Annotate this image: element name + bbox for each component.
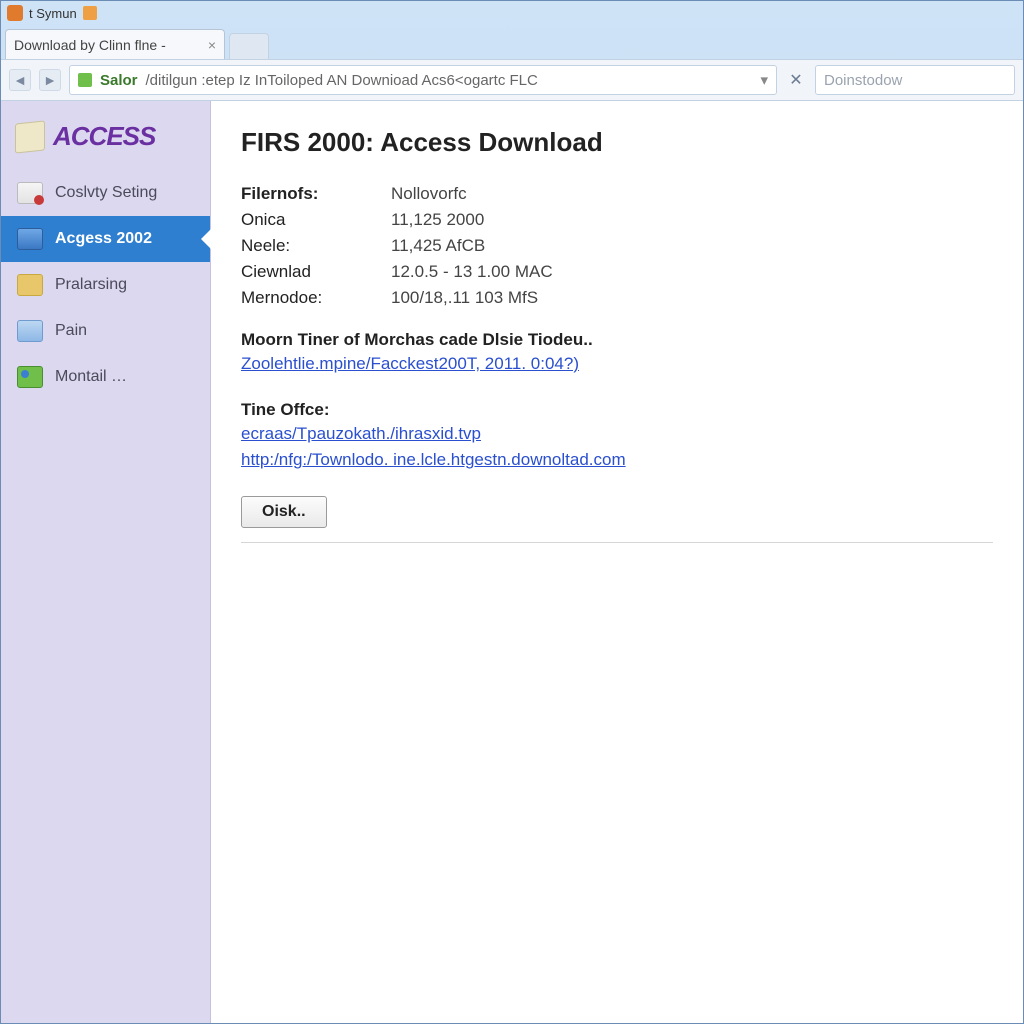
info-value: 11,125 2000 [391, 210, 993, 230]
page-title: FIRS 2000: Access Download [241, 127, 993, 158]
sidebar-item-label: Coslvty Seting [55, 184, 157, 202]
brand-icon [15, 120, 45, 153]
page-icon [17, 320, 43, 342]
close-icon[interactable]: × [208, 37, 216, 53]
brand: ACCESS [1, 113, 210, 170]
tab-title: Download by Clinn flne - [14, 37, 166, 53]
window-title: t Symun [29, 6, 77, 21]
sidebar-nav: Coslvty Seting Acgess 2002 Pralarsing Pa… [1, 170, 210, 400]
info-key: Neele: [241, 236, 391, 256]
app-icon-secondary [83, 6, 97, 20]
sidebar-item-label: Pain [55, 322, 87, 340]
info-key: Onica [241, 210, 391, 230]
sidebar-item-label: Acgess 2002 [55, 230, 152, 248]
address-path: /ditilgun :etep Iz InToiloped AN Downioa… [146, 72, 538, 89]
search-placeholder: Doinstodow [824, 72, 902, 89]
document-icon [17, 182, 43, 204]
settings-icon[interactable]: ✕ [785, 69, 807, 91]
sidebar: ACCESS Coslvty Seting Acgess 2002 Pralar… [1, 101, 211, 1023]
sidebar-item-pralarsing[interactable]: Pralarsing [1, 262, 210, 308]
sidebar-item-label: Montail … [55, 368, 127, 386]
lock-icon [78, 73, 92, 87]
sidebar-item-label: Pralarsing [55, 276, 127, 294]
sidebar-item-pain[interactable]: Pain [1, 308, 210, 354]
brand-text: ACCESS [53, 121, 155, 152]
app-icon [7, 5, 23, 21]
ok-button[interactable]: Oisk.. [241, 496, 327, 528]
globe-icon [17, 366, 43, 388]
tab-strip: Download by Clinn flne - × [1, 25, 1023, 59]
link-zoole[interactable]: Zoolehtlie.mpine/Facckest200T, 2011. 0:0… [241, 354, 579, 374]
new-tab-button[interactable] [229, 33, 269, 59]
sidebar-item-coslvty[interactable]: Coslvty Seting [1, 170, 210, 216]
browser-window: t Symun Download by Clinn flne - × ◄ ► S… [0, 0, 1024, 1024]
info-value: 11,425 AfCB [391, 236, 993, 256]
info-value: 12.0.5 - 13 1.00 MAC [391, 262, 993, 282]
sidebar-item-acgess[interactable]: Acgess 2002 [1, 216, 210, 262]
browser-tab[interactable]: Download by Clinn flne - × [5, 29, 225, 59]
info-grid: Filernofs: Nollovorfc Onica 11,125 2000 … [241, 184, 993, 308]
link-download[interactable]: http:/nfg:/Townlodo. ine.lcle.htgestn.do… [241, 450, 626, 470]
window-titlebar: t Symun [1, 1, 1023, 25]
info-key: Mernodoe: [241, 288, 391, 308]
page-body: ACCESS Coslvty Seting Acgess 2002 Pralar… [1, 101, 1023, 1023]
address-bar[interactable]: Salor /ditilgun :etep Iz InToiloped AN D… [69, 65, 777, 95]
section-heading: Moorn Tiner of Morchas cade Dlsie Tiodeu… [241, 330, 993, 350]
sidebar-item-montail[interactable]: Montail … [1, 354, 210, 400]
forward-button[interactable]: ► [39, 69, 61, 91]
section-heading: Tine Offce: [241, 400, 993, 420]
main-content: FIRS 2000: Access Download Filernofs: No… [211, 101, 1023, 1023]
address-host: Salor [100, 72, 138, 89]
toolbar: ◄ ► Salor /ditilgun :etep Iz InToiloped … [1, 59, 1023, 101]
folder-icon [17, 274, 43, 296]
info-value: Nollovorfc [391, 184, 993, 204]
section-moorn: Moorn Tiner of Morchas cade Dlsie Tiodeu… [241, 330, 993, 380]
info-key: Filernofs: [241, 184, 391, 204]
divider [241, 542, 993, 543]
link-ecraas[interactable]: ecraas/Tpauzokath./ihrasxid.tvp [241, 424, 481, 444]
info-key: Ciewnlad [241, 262, 391, 282]
search-input[interactable]: Doinstodow [815, 65, 1015, 95]
section-tine-offce: Tine Offce: ecraas/Tpauzokath./ihrasxid.… [241, 400, 993, 476]
back-button[interactable]: ◄ [9, 69, 31, 91]
chevron-down-icon[interactable]: ▾ [760, 71, 768, 89]
info-value: 100/18,.11 103 MfS [391, 288, 993, 308]
access-icon [17, 228, 43, 250]
